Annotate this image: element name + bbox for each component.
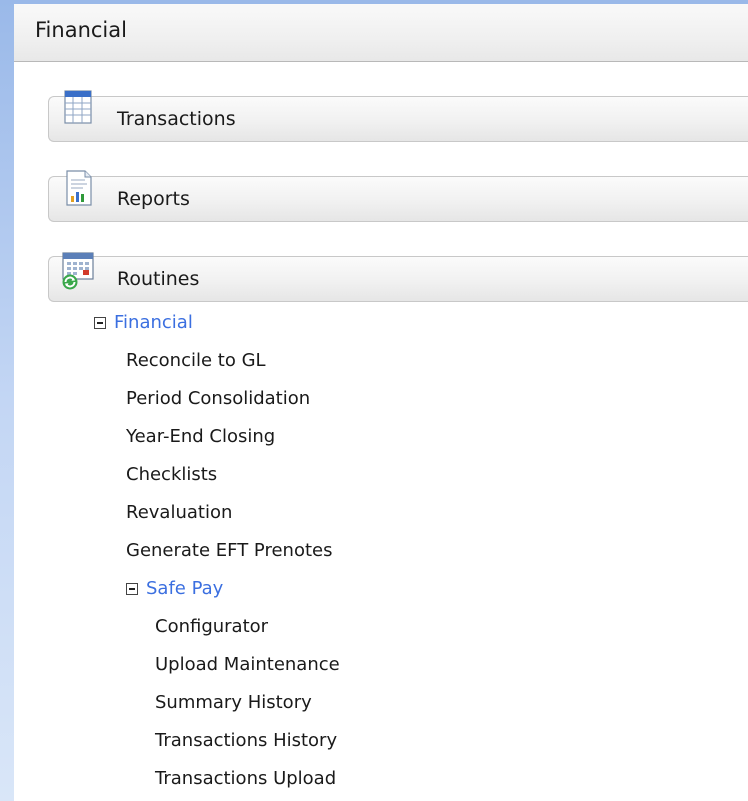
routines-section-header[interactable]: Routines xyxy=(48,252,748,302)
window-title: Financial xyxy=(35,18,127,42)
window-titlebar: Financial xyxy=(14,4,748,62)
transactions-section-label: Transactions xyxy=(117,108,236,130)
tree-item-upload-maintenance[interactable]: Upload Maintenance xyxy=(155,650,340,680)
reports-section-label: Reports xyxy=(117,188,190,210)
reports-section-header[interactable]: Reports xyxy=(48,170,748,222)
routines-section-label: Routines xyxy=(117,268,200,290)
tree-item-transactions-history[interactable]: Transactions History xyxy=(155,726,337,756)
tree-item-generate-eft-prenotes[interactable]: Generate EFT Prenotes xyxy=(126,536,332,566)
routines-calendar-refresh-icon xyxy=(62,252,94,290)
report-chart-icon xyxy=(66,170,92,206)
collapse-minus-icon[interactable] xyxy=(126,583,138,595)
tree-item-reconcile-to-gl[interactable]: Reconcile to GL xyxy=(126,346,266,376)
tree-group-safe-pay[interactable]: Safe Pay xyxy=(126,574,223,604)
tree-group-label: Financial xyxy=(114,312,193,333)
tree-group-label: Safe Pay xyxy=(146,578,224,599)
tree-item-summary-history[interactable]: Summary History xyxy=(155,688,312,718)
tree-item-period-consolidation[interactable]: Period Consolidation xyxy=(126,384,310,414)
transactions-section-header[interactable]: Transactions xyxy=(48,90,748,142)
transactions-grid-icon xyxy=(64,90,92,124)
financial-window: Financial Transactions Reports Routines … xyxy=(14,4,748,801)
tree-item-year-end-closing[interactable]: Year-End Closing xyxy=(126,422,275,452)
tree-item-configurator[interactable]: Configurator xyxy=(155,612,268,642)
collapse-minus-icon[interactable] xyxy=(94,317,106,329)
tree-item-transactions-upload[interactable]: Transactions Upload xyxy=(155,764,336,794)
tree-item-revaluation[interactable]: Revaluation xyxy=(126,498,232,528)
tree-group-financial[interactable]: Financial xyxy=(94,308,193,338)
tree-item-checklists[interactable]: Checklists xyxy=(126,460,217,490)
